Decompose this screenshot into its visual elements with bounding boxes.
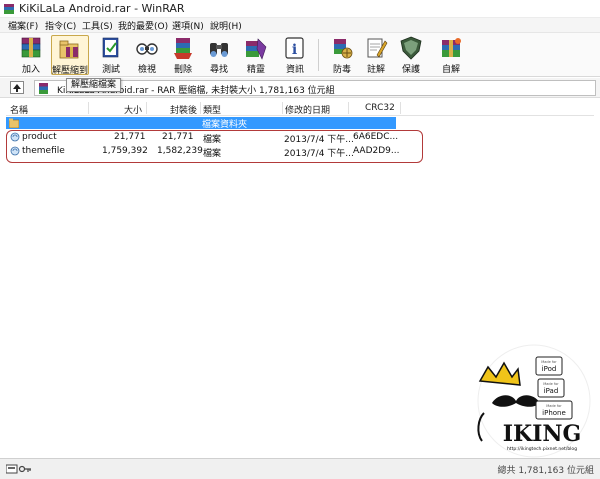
add-button[interactable]: 加入 (12, 35, 50, 75)
toolbar: 加入 解壓縮到 測試 檢視 刪除 尋找 精靈 i 資訊 防毒 註解 保護 自解 (0, 33, 600, 77)
comment-icon (367, 38, 388, 58)
view-label: 檢視 (137, 65, 156, 75)
drive-key-icon (6, 464, 31, 474)
view-icon (136, 43, 158, 55)
menu-favorites[interactable]: 我的最愛(O) (118, 19, 168, 32)
column-name[interactable]: 名稱 (10, 103, 28, 116)
wizard-icon (246, 38, 267, 60)
title-bar: KiKiLaLa Android.rar - WinRAR (0, 0, 600, 18)
column-crc[interactable]: CRC32 (365, 103, 395, 113)
iking-watermark-logo: Made for iPod Made for iPad Made for iPh… (477, 344, 591, 458)
menu-commands[interactable]: 指令(C) (45, 19, 76, 32)
status-bar: 總共 1,781,163 位元組 (0, 458, 600, 479)
delete-icon (174, 38, 192, 59)
toolbar-separator (318, 39, 319, 71)
winrar-app-icon (4, 4, 14, 14)
column-modified[interactable]: 修改的日期 (285, 103, 330, 116)
test-button[interactable]: 測試 (92, 35, 130, 75)
sfx-icon (442, 38, 461, 57)
rar-file-icon (39, 83, 48, 94)
badge-prefix-ipad: Made for (543, 382, 559, 386)
menu-file[interactable]: 檔案(F) (8, 19, 38, 32)
view-button[interactable]: 檢視 (128, 35, 166, 75)
virus-scan-icon (334, 39, 353, 59)
status-text: 總共 1,781,163 位元組 (497, 466, 594, 476)
virus-scan-label: 防毒 (332, 65, 351, 75)
column-divider[interactable] (200, 102, 201, 114)
column-divider[interactable] (88, 102, 89, 114)
protect-icon (400, 36, 422, 60)
column-header: 名稱 大小 封裝後 類型 修改的日期 CRC32 (6, 101, 594, 116)
column-type[interactable]: 類型 (203, 103, 221, 116)
menu-help[interactable]: 說明(H) (210, 19, 242, 32)
virus-scan-button[interactable]: 防毒 (323, 35, 361, 75)
extract-tooltip: 解壓縮檔案 (66, 78, 122, 92)
test-icon (102, 37, 119, 58)
badge-ipad: iPad (544, 387, 559, 395)
column-divider[interactable] (282, 102, 283, 114)
badge-ipod: iPod (542, 365, 557, 373)
menu-options[interactable]: 選項(N) (172, 19, 204, 32)
protect-button[interactable]: 保護 (392, 35, 430, 75)
protect-label: 保護 (401, 65, 420, 75)
menu-bar: 檔案(F) 指令(C) 工具(S) 我的最愛(O) 選項(N) 說明(H) (0, 18, 600, 33)
extract-to-icon (59, 40, 79, 59)
parent-folder-row[interactable]: 檔案資料夾 (6, 117, 396, 130)
comment-button[interactable]: 註解 (357, 35, 395, 75)
parent-folder-type: 檔案資料夾 (202, 120, 248, 130)
badge-prefix-ipod: Made for (541, 360, 557, 364)
find-button[interactable]: 尋找 (200, 35, 238, 75)
sfx-button[interactable]: 自解 (432, 35, 470, 75)
wizard-label: 精靈 (246, 65, 265, 75)
badge-prefix-iphone: Made for (546, 404, 562, 408)
add-archive-icon (21, 37, 41, 58)
info-icon: i (285, 37, 304, 59)
column-size[interactable]: 大小 (124, 103, 142, 116)
column-divider[interactable] (348, 102, 349, 114)
parent-folder-icon (9, 118, 19, 128)
test-label: 測試 (101, 65, 120, 75)
find-label: 尋找 (209, 65, 228, 75)
wizard-button[interactable]: 精靈 (237, 35, 275, 75)
badge-iphone: iPhone (542, 409, 566, 417)
info-button[interactable]: i 資訊 (276, 35, 314, 75)
up-one-level-button[interactable] (10, 81, 24, 94)
menu-tools[interactable]: 工具(S) (82, 19, 113, 32)
info-label: 資訊 (285, 65, 304, 75)
add-label: 加入 (21, 65, 40, 75)
annotation-highlight (6, 130, 423, 163)
delete-button[interactable]: 刪除 (164, 35, 202, 75)
svg-text:i: i (292, 42, 297, 58)
logo-brand: IKING (503, 421, 582, 447)
extract-to-button[interactable]: 解壓縮到 (51, 35, 89, 76)
window-title: KiKiLaLa Android.rar - WinRAR (19, 2, 185, 15)
logo-url: http://ikingtech.pixnet.net/blog (507, 446, 577, 452)
column-divider[interactable] (146, 102, 147, 114)
column-packed[interactable]: 封裝後 (170, 103, 197, 116)
column-divider[interactable] (400, 102, 401, 114)
comment-label: 註解 (366, 65, 385, 75)
find-icon (210, 43, 228, 57)
up-arrow-icon (13, 84, 21, 92)
extract-to-label: 解壓縮到 (52, 66, 89, 76)
sfx-label: 自解 (441, 65, 460, 75)
delete-label: 刪除 (173, 65, 192, 75)
